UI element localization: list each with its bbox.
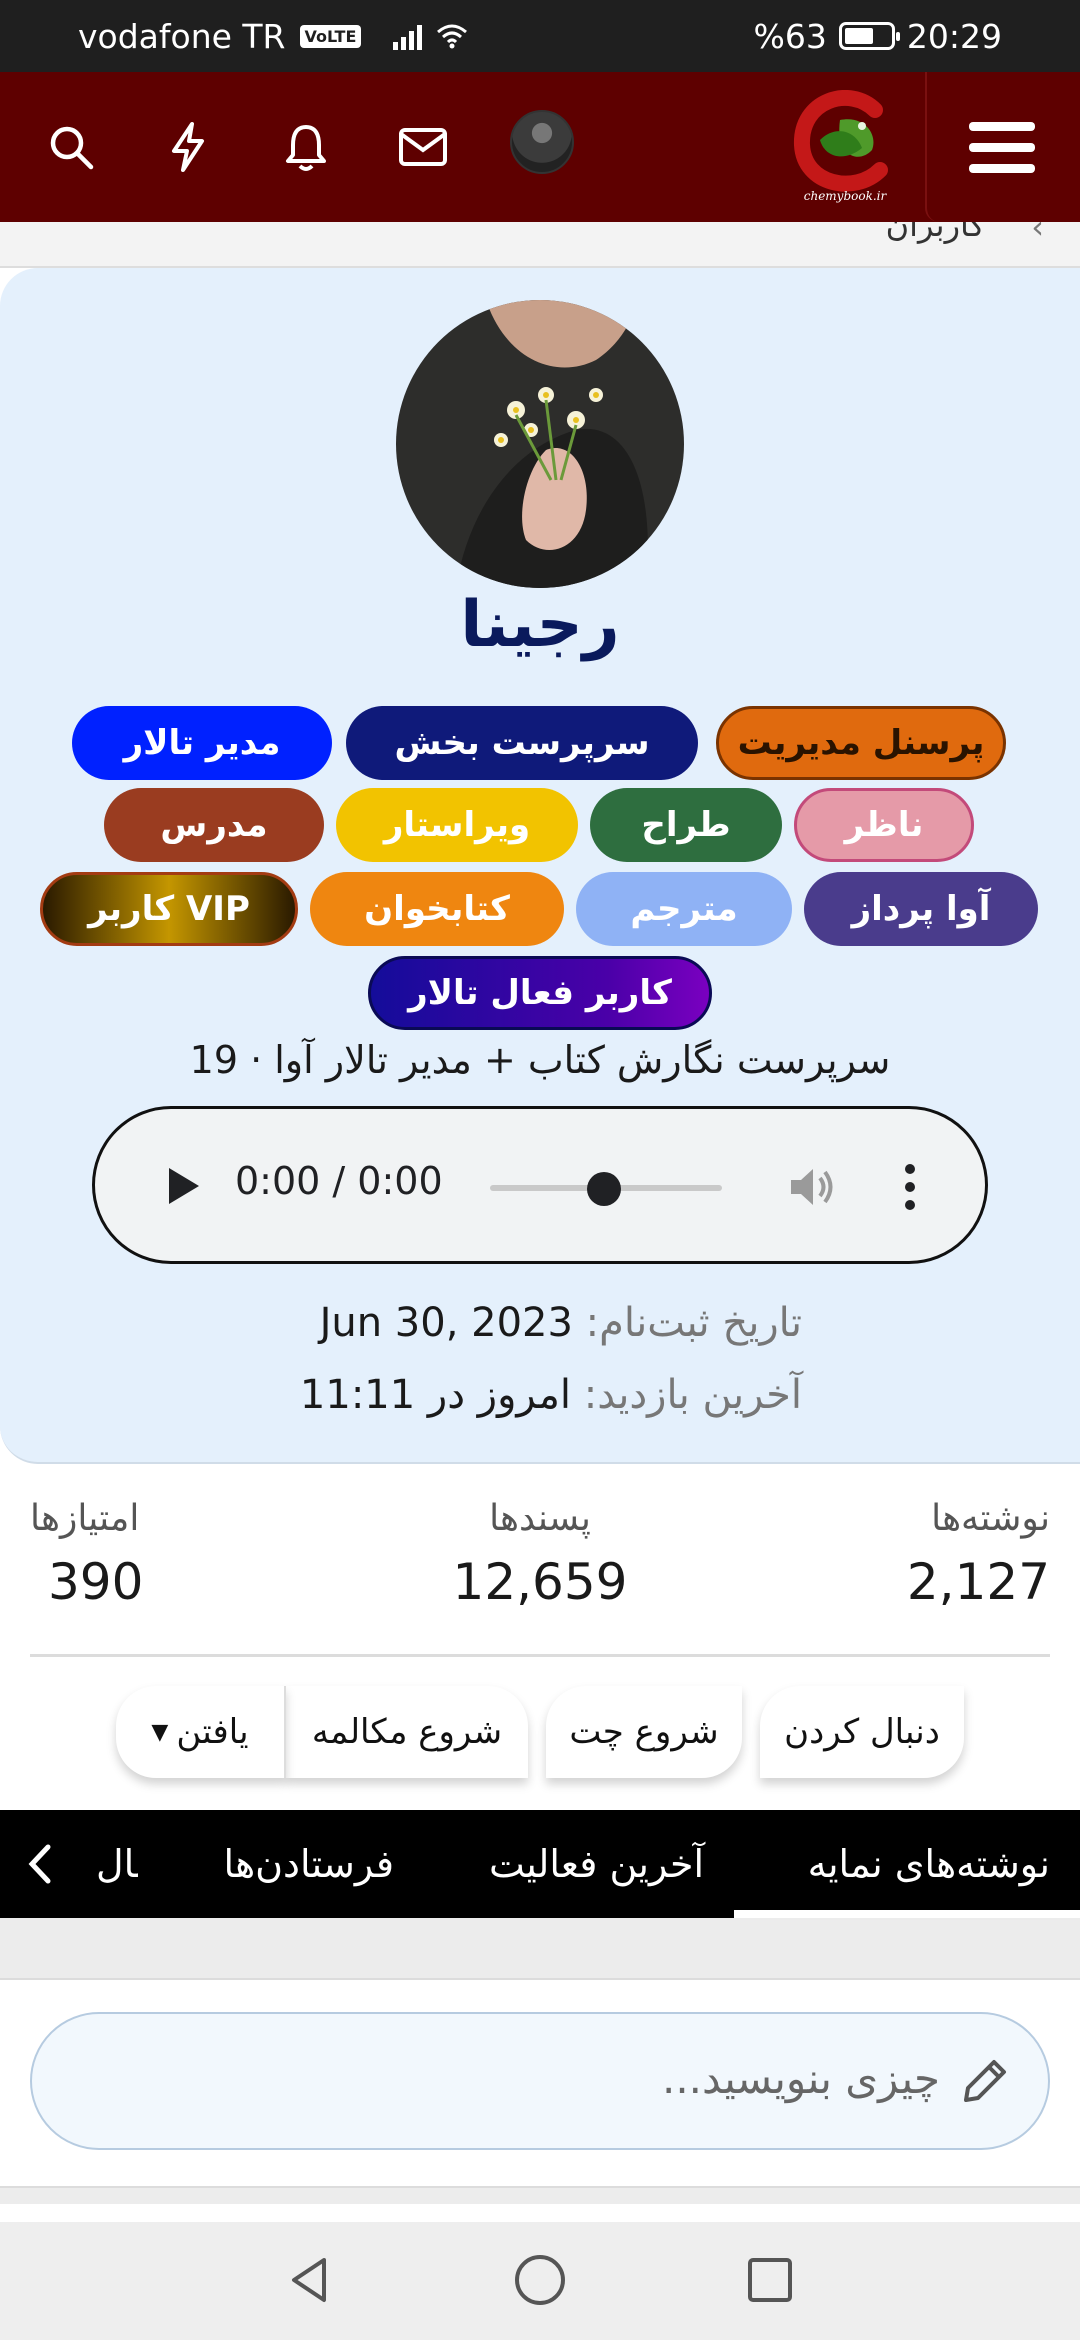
site-logo[interactable]: chemybook.ir bbox=[780, 90, 910, 205]
signal-icon bbox=[393, 22, 423, 50]
wifi-icon bbox=[437, 24, 468, 49]
breadcrumb-label[interactable]: کاربران bbox=[886, 222, 985, 244]
back-icon[interactable] bbox=[280, 2250, 340, 2310]
badge-teacher: مدرس bbox=[104, 788, 324, 862]
follow-button[interactable]: دنبال کردن bbox=[760, 1686, 964, 1778]
joined-value: Jun 30, 2023 bbox=[319, 1300, 573, 1346]
badge-voice-producer: آوا پرداز bbox=[804, 872, 1038, 946]
stat-likes-value: 12,659 bbox=[452, 1553, 628, 1611]
battery-percent: %63 bbox=[753, 16, 827, 56]
badge-book-reader: کتابخوان bbox=[310, 872, 564, 946]
composer-placeholder: چیزی بنویسید... bbox=[661, 2054, 940, 2103]
last-seen-label: آخرین بازدید: bbox=[583, 1372, 802, 1418]
search-icon[interactable] bbox=[38, 114, 104, 180]
breadcrumb: کاربران ‹ bbox=[0, 222, 1080, 268]
chevron-left-icon[interactable] bbox=[14, 1837, 68, 1891]
volte-badge: VoLTE bbox=[299, 24, 362, 48]
status-bar: vodafone TR VoLTE %63 20:29 bbox=[0, 0, 1080, 72]
stat-likes-label: پسندها bbox=[489, 1498, 591, 1539]
section-divider bbox=[0, 1918, 1080, 1980]
battery-icon bbox=[838, 22, 900, 50]
tab-profile-posts[interactable]: نوشته‌های نمایه bbox=[808, 1810, 1050, 1918]
start-chat-button[interactable]: شروع چت bbox=[546, 1686, 742, 1778]
find-label: یافتن bbox=[176, 1712, 249, 1752]
profile-tabs: نوشته‌های نمایه آخرین فعالیت فرستادن‌ها … bbox=[0, 1810, 1080, 1918]
stat-points-value: 390 bbox=[48, 1553, 144, 1611]
stat-posts[interactable]: نوشته‌ها 2,127 bbox=[907, 1498, 1050, 1611]
badge-active-forum-user: کاربر فعال تالار bbox=[368, 956, 712, 1030]
tab-send[interactable]: ارسال bbox=[96, 1810, 138, 1918]
joined-date: تاریخ ثبت‌نام: Jun 30, 2023 bbox=[320, 1300, 802, 1346]
mail-icon[interactable] bbox=[390, 114, 456, 180]
profile-signature: 19 · سرپرست نگارش کتاب + مدیر تالار آوا bbox=[189, 1038, 891, 1082]
stat-points-label: امتیازها bbox=[30, 1498, 140, 1539]
stat-points[interactable]: امتیازها 390 bbox=[30, 1498, 143, 1611]
section-divider-bottom bbox=[0, 2186, 1080, 2204]
badge-section-supervisor: سرپرست بخش bbox=[346, 706, 698, 780]
badge-observer: ناظر bbox=[794, 788, 974, 862]
stat-posts-label: نوشته‌ها bbox=[931, 1498, 1050, 1539]
active-tab-indicator bbox=[734, 1910, 1080, 1918]
logo-text: chemybook.ir bbox=[804, 189, 888, 203]
stat-posts-value: 2,127 bbox=[906, 1553, 1050, 1611]
tab-latest-activity[interactable]: آخرین فعالیت bbox=[489, 1810, 704, 1918]
volume-icon[interactable] bbox=[785, 1161, 837, 1213]
badge-forum-manager: مدیر تالار bbox=[72, 706, 332, 780]
badge-editor: ویراستار bbox=[336, 788, 578, 862]
play-icon[interactable] bbox=[157, 1161, 207, 1211]
profile-username: رجینا bbox=[460, 588, 620, 662]
system-nav-bar bbox=[0, 2222, 1080, 2340]
clock: 20:29 bbox=[906, 16, 1002, 56]
badge-translator: مترجم bbox=[576, 872, 792, 946]
joined-label: تاریخ ثبت‌نام: bbox=[585, 1300, 802, 1346]
bell-icon[interactable] bbox=[273, 114, 339, 180]
profile-avatar[interactable] bbox=[396, 300, 684, 588]
badge-designer: طراح bbox=[590, 788, 782, 862]
recents-icon[interactable] bbox=[740, 2250, 800, 2310]
more-options-icon[interactable] bbox=[901, 1157, 919, 1217]
badge-vip-user: کاربر VIP bbox=[40, 872, 298, 946]
stats-divider bbox=[30, 1654, 1050, 1657]
start-conversation-button[interactable]: شروع مکالمه bbox=[286, 1686, 528, 1778]
chevron-left-icon[interactable]: ‹ bbox=[1031, 222, 1044, 246]
tab-postings[interactable]: فرستادن‌ها bbox=[224, 1810, 394, 1918]
user-avatar[interactable] bbox=[510, 110, 574, 174]
badge-management-staff: پرسنل مدیریت bbox=[716, 706, 1006, 780]
audio-time: 0:00 / 0:00 bbox=[235, 1159, 443, 1203]
audio-player[interactable]: 0:00 / 0:00 bbox=[92, 1106, 988, 1264]
find-dropdown-button[interactable]: ▼ یافتن bbox=[116, 1686, 286, 1778]
home-icon[interactable] bbox=[510, 2250, 570, 2310]
bolt-icon[interactable] bbox=[155, 114, 221, 180]
last-seen: آخرین بازدید: امروز در 11:11 bbox=[300, 1372, 802, 1418]
carrier-name: vodafone TR bbox=[78, 16, 286, 56]
hamburger-menu-icon[interactable] bbox=[925, 72, 1080, 222]
status-composer[interactable]: چیزی بنویسید... bbox=[30, 2012, 1050, 2150]
caret-down-icon: ▼ bbox=[151, 1719, 169, 1745]
stat-likes[interactable]: پسندها 12,659 bbox=[440, 1498, 640, 1611]
last-seen-value: امروز در 11:11 bbox=[299, 1372, 572, 1418]
pencil-icon bbox=[964, 2060, 1006, 2102]
audio-seek-knob[interactable] bbox=[587, 1172, 621, 1206]
